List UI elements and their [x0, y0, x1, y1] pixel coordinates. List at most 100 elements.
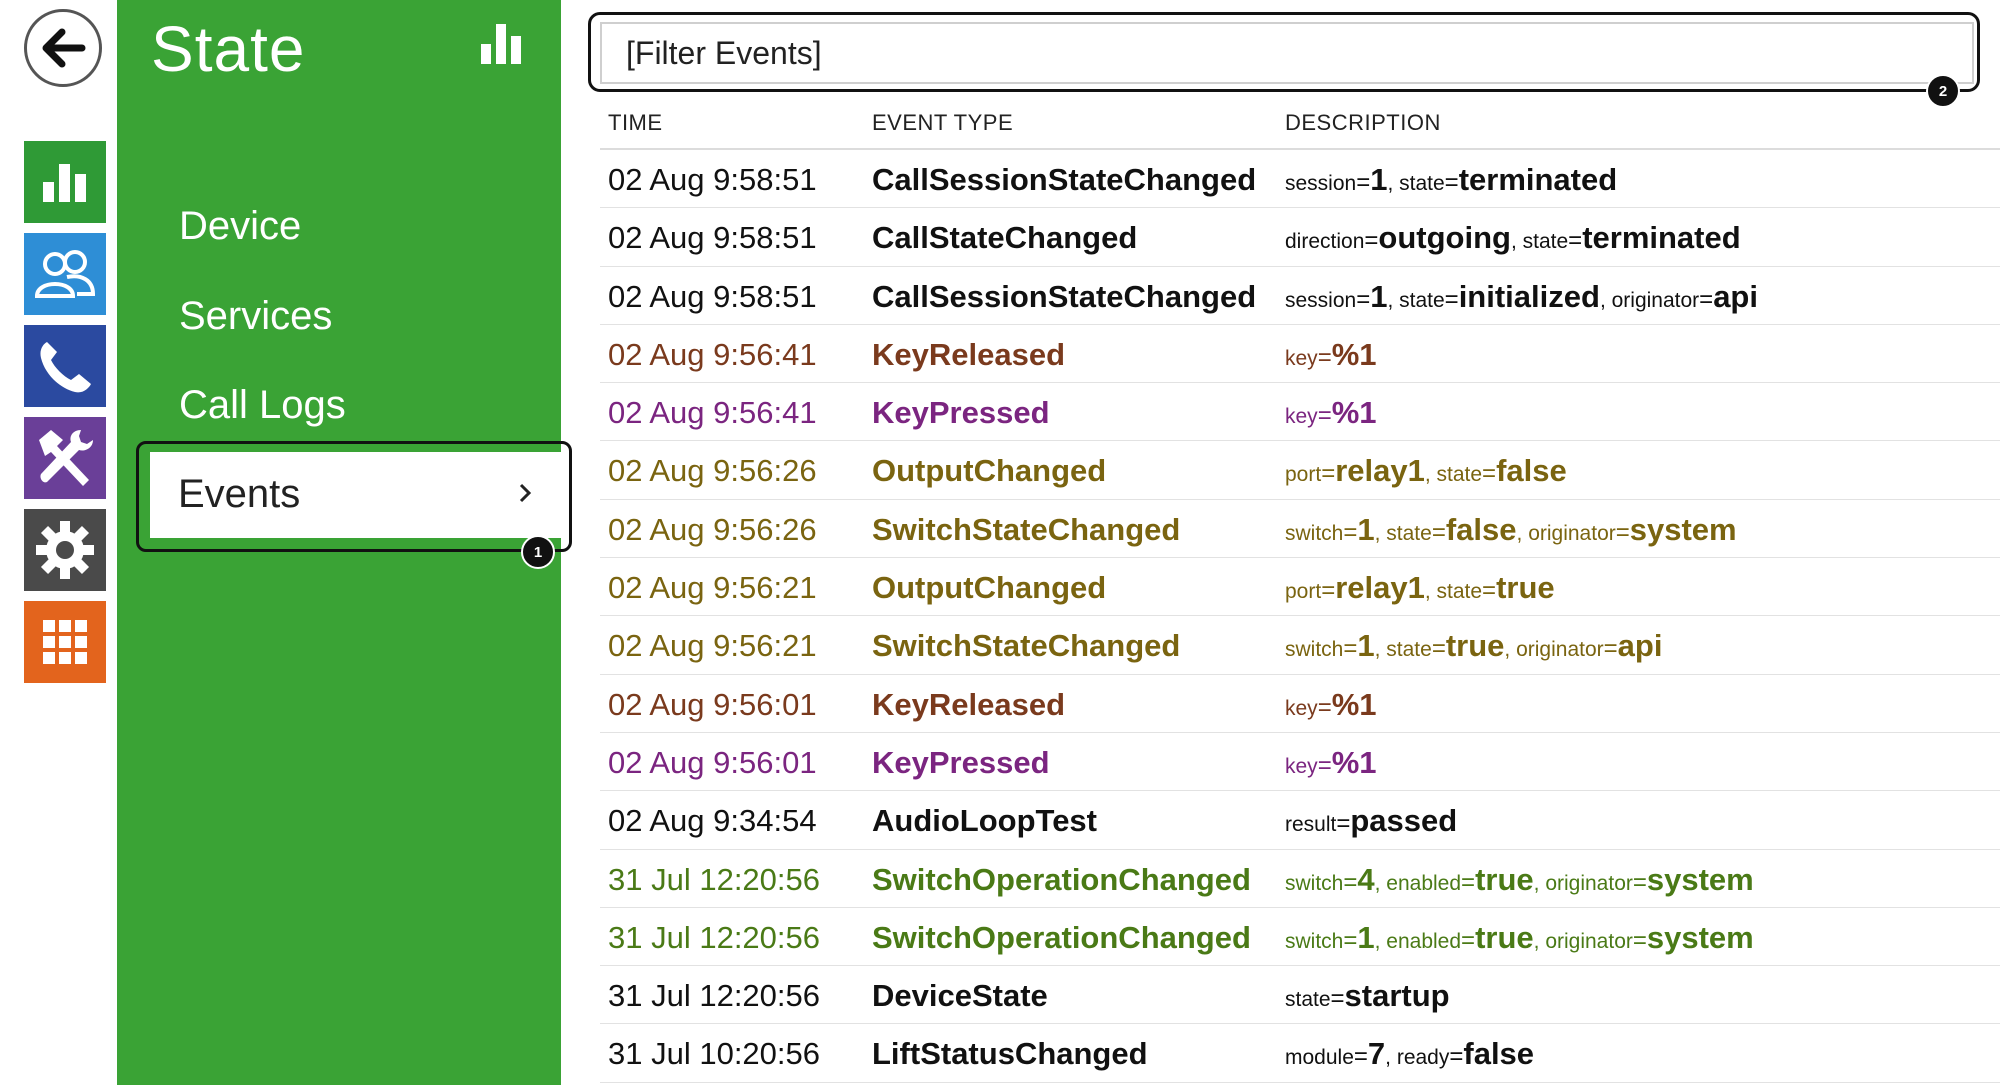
param-key: port — [1285, 580, 1322, 604]
param-value: terminated — [1458, 162, 1618, 197]
param-key: switch — [1285, 929, 1344, 953]
param-key: port — [1285, 463, 1322, 487]
table-row[interactable]: 02 Aug 9:34:54 AudioLoopTest result=passed — [600, 791, 2000, 850]
param-value: 1 — [1357, 511, 1375, 547]
table-row[interactable]: 02 Aug 9:58:51 CallStateChanged direction=… — [600, 208, 2000, 267]
param-value: true — [1475, 919, 1534, 955]
param-key: state — [1436, 580, 1483, 604]
event-time: 02 Aug 9:56:26 — [608, 453, 817, 489]
column-header-description[interactable]: DESCRIPTION — [1285, 110, 1441, 136]
param-value: 7 — [1367, 1036, 1386, 1072]
menu-item-services[interactable]: Services — [179, 294, 332, 339]
param-key: ready — [1396, 1046, 1450, 1070]
event-type: CallStateChanged — [872, 220, 1138, 256]
table-row[interactable]: 31 Jul 12:20:56 DeviceState state=startup — [600, 966, 2000, 1025]
param-key: originator — [1528, 521, 1616, 545]
param-value: true — [1496, 570, 1555, 606]
event-description: direction=outgoing, state=terminated — [1285, 220, 1741, 256]
event-description: module=7, ready=false — [1285, 1036, 1535, 1072]
table-row[interactable]: 02 Aug 9:56:21 SwitchStateChanged switch=1… — [600, 616, 2000, 675]
param-key: key — [1285, 405, 1318, 429]
event-type: DeviceState — [872, 978, 1048, 1014]
table-row[interactable]: 31 Jul 12:20:56 SwitchOperationChanged swi… — [600, 908, 2000, 967]
table-row[interactable]: 02 Aug 9:56:21 OutputChanged port=relay1, … — [600, 558, 2000, 617]
event-type: CallSessionStateChanged — [872, 278, 1257, 314]
event-type: KeyPressed — [872, 395, 1050, 431]
event-description: switch=1, state=false, originator=system — [1285, 511, 1737, 547]
event-time: 02 Aug 9:56:21 — [608, 570, 817, 606]
event-description: result=passed — [1285, 803, 1458, 839]
back-arrow-icon — [42, 28, 86, 68]
param-key: originator — [1611, 288, 1700, 312]
services-tile[interactable] — [24, 601, 106, 683]
event-time: 31 Jul 12:20:56 — [608, 919, 821, 955]
directory-tile[interactable] — [24, 233, 106, 315]
event-description: switch=1, enabled=true, originator=syste… — [1285, 919, 1754, 955]
annotation-badge-1: 1 — [521, 535, 555, 569]
event-type: KeyReleased — [872, 686, 1066, 722]
status-tile[interactable] — [24, 141, 106, 223]
event-description: port=relay1, state=false — [1285, 453, 1567, 489]
table-row[interactable]: 02 Aug 9:56:41 KeyReleased key=%1 — [600, 325, 2000, 384]
event-type: KeyReleased — [872, 336, 1066, 372]
back-button[interactable] — [24, 9, 102, 87]
event-description: key=%1 — [1285, 395, 1377, 431]
filter-events-input[interactable] — [600, 22, 1974, 84]
param-key: module — [1285, 1046, 1354, 1070]
users-icon — [34, 250, 96, 298]
param-key: switch — [1285, 871, 1344, 895]
param-value: passed — [1350, 803, 1458, 839]
event-description: key=%1 — [1285, 336, 1377, 372]
table-row[interactable]: 31 Jul 10:20:56 LiftStatusChanged module=7… — [600, 1024, 2000, 1083]
param-value: true — [1445, 628, 1505, 664]
table-row[interactable]: 31 Jul 12:20:56 SwitchOperationChanged swi… — [600, 850, 2000, 908]
menu-item-call-logs[interactable]: Call Logs — [179, 383, 346, 428]
table-row[interactable]: 02 Aug 9:56:26 OutputChanged port=relay1, … — [600, 441, 2000, 500]
grid-icon — [43, 620, 87, 664]
param-key: state — [1436, 463, 1483, 487]
param-key: key — [1285, 754, 1318, 778]
event-type: OutputChanged — [872, 453, 1107, 489]
param-key: state — [1399, 288, 1445, 312]
event-description: key=%1 — [1285, 744, 1377, 780]
event-type: SwitchOperationChanged — [872, 919, 1251, 955]
event-time: 02 Aug 9:56:01 — [608, 744, 817, 780]
param-key: state — [1522, 230, 1569, 254]
events-table-body: 02 Aug 9:58:51 CallSessionStateChanged ses… — [600, 150, 2000, 1083]
param-value: terminated — [1582, 220, 1741, 256]
param-value: 1 — [1370, 278, 1388, 314]
event-time: 02 Aug 9:56:26 — [608, 511, 817, 547]
param-value: system — [1646, 861, 1754, 897]
table-row[interactable]: 02 Aug 9:56:01 KeyPressed key=%1 — [600, 733, 2000, 792]
menu-item-device[interactable]: Device — [179, 204, 301, 249]
settings-tile[interactable] — [24, 509, 106, 591]
event-type: KeyPressed — [872, 744, 1050, 780]
event-description: switch=1, state=true, originator=api — [1285, 628, 1663, 664]
state-menu: State Device Services Call Logs Events — [117, 0, 572, 1085]
table-row[interactable]: 02 Aug 9:56:01 KeyReleased key=%1 — [600, 675, 2000, 733]
param-value: relay1 — [1335, 453, 1425, 489]
column-header-time[interactable]: TIME — [608, 110, 663, 136]
calls-tile[interactable] — [24, 325, 106, 407]
event-type: SwitchStateChanged — [872, 511, 1181, 547]
event-time: 02 Aug 9:58:51 — [608, 220, 817, 256]
menu-item-events[interactable]: Events — [150, 452, 563, 538]
column-header-event-type[interactable]: EVENT TYPE — [872, 110, 1013, 136]
table-row[interactable]: 02 Aug 9:56:26 SwitchStateChanged switch=1… — [600, 500, 2000, 559]
param-value: system — [1646, 919, 1754, 955]
param-key: state — [1285, 988, 1331, 1012]
param-key: key — [1285, 346, 1318, 370]
table-row[interactable]: 02 Aug 9:58:51 CallSessionStateChanged ses… — [600, 150, 2000, 209]
hardware-tile[interactable] — [24, 417, 106, 499]
event-time: 02 Aug 9:56:41 — [608, 395, 817, 431]
param-key: switch — [1285, 521, 1344, 545]
param-key: switch — [1285, 638, 1344, 662]
event-type: CallSessionStateChanged — [872, 162, 1257, 197]
event-time: 02 Aug 9:58:51 — [608, 278, 817, 314]
menu-title: State — [151, 13, 306, 85]
table-row[interactable]: 02 Aug 9:56:41 KeyPressed key=%1 — [600, 383, 2000, 442]
param-value: %1 — [1331, 686, 1377, 722]
table-row[interactable]: 02 Aug 9:58:51 CallSessionStateChanged ses… — [600, 267, 2000, 325]
event-type: SwitchStateChanged — [872, 628, 1181, 664]
param-key: session — [1285, 172, 1357, 195]
